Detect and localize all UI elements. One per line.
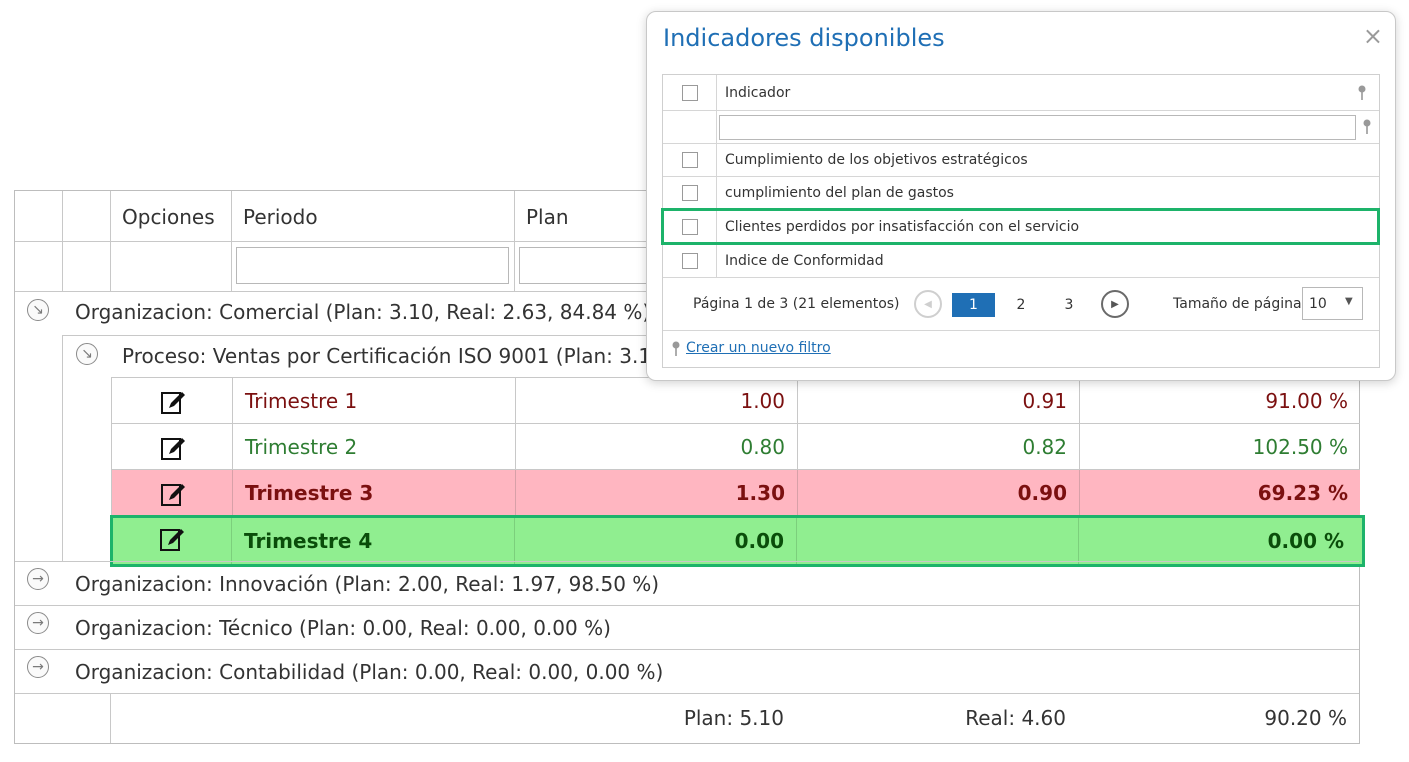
collapse-icon[interactable]: ↘	[76, 343, 98, 365]
item-checkbox[interactable]	[682, 152, 698, 168]
header-plan[interactable]: Plan	[526, 205, 569, 229]
footer-plan-total: Plan: 5.10	[683, 706, 784, 730]
page-button-2[interactable]: 2	[1003, 293, 1039, 317]
edit-icon[interactable]	[159, 526, 185, 552]
group-row-innovacion: Organizacion: Innovación (Plan: 2.00, Re…	[75, 572, 660, 596]
close-icon[interactable]: ×	[1363, 22, 1383, 50]
edit-icon[interactable]	[160, 481, 186, 507]
group-row-contabilidad: Organizacion: Contabilidad (Plan: 0.00, …	[75, 660, 664, 684]
cell-percent: 0.00 %	[1078, 518, 1356, 564]
footer-percent-total: 90.20 %	[1264, 706, 1347, 730]
cell-percent: 102.50 %	[1079, 424, 1360, 470]
new-filter-link[interactable]: Crear un nuevo filtro	[686, 340, 831, 356]
period-filter-input[interactable]	[236, 247, 509, 284]
item-checkbox[interactable]	[682, 219, 698, 235]
page-button-3[interactable]: 3	[1051, 293, 1087, 317]
expand-icon[interactable]: →	[27, 612, 49, 634]
table-row-selected[interactable]: Trimestre 4 0.00 0.00 %	[110, 515, 1365, 567]
list-item[interactable]: Cumplimiento de los objetivos estratégic…	[725, 152, 1028, 168]
expand-icon[interactable]: →	[27, 656, 49, 678]
footer-real-total: Real: 4.60	[965, 706, 1066, 730]
table-row[interactable]: Trimestre 1 1.00 0.91 91.00 %	[111, 377, 1360, 424]
edit-icon[interactable]	[160, 435, 186, 461]
edit-icon[interactable]	[160, 389, 186, 415]
group-row-tecnico: Organizacion: Técnico (Plan: 0.00, Real:…	[75, 616, 611, 640]
prev-page-icon[interactable]: ◀	[914, 290, 942, 318]
page-size-select[interactable]: 10 ▼	[1302, 287, 1363, 320]
page-size-value: 10	[1309, 296, 1327, 312]
cell-period: Trimestre 4	[231, 518, 514, 564]
cell-period: Trimestre 3	[232, 470, 515, 516]
collapse-icon[interactable]: ↘	[27, 299, 49, 321]
item-checkbox[interactable]	[682, 185, 698, 201]
item-checkbox[interactable]	[682, 253, 698, 269]
cell-real: 0.90	[797, 470, 1079, 516]
select-all-checkbox[interactable]	[682, 85, 698, 101]
pager-info: Página 1 de 3 (21 elementos)	[693, 296, 900, 312]
next-page-icon[interactable]: ▶	[1101, 290, 1129, 318]
list-item[interactable]: Indice de Conformidad	[725, 253, 884, 269]
cell-plan: 0.00	[514, 518, 796, 564]
cell-period: Trimestre 2	[232, 424, 515, 470]
group-row-comercial: Organizacion: Comercial (Plan: 3.10, Rea…	[75, 300, 651, 324]
cell-plan: 1.30	[515, 470, 797, 516]
cell-plan: 0.80	[515, 424, 797, 470]
list-item[interactable]: cumplimiento del plan de gastos	[725, 185, 954, 201]
list-item[interactable]: Clientes perdidos por insatisfacción con…	[725, 219, 1079, 235]
popup-title: Indicadores disponibles	[663, 24, 945, 52]
page-button-1[interactable]: 1	[952, 293, 995, 317]
cell-real: 0.82	[797, 424, 1079, 470]
filter-pin-icon[interactable]	[1362, 119, 1372, 135]
filter-pin-icon	[672, 341, 680, 356]
cell-percent: 69.23 %	[1079, 470, 1360, 516]
indicators-popup: Indicadores disponibles × Indicador Cump…	[646, 11, 1396, 381]
subgroup-row-ventas: Proceso: Ventas por Certificación ISO 90…	[122, 344, 671, 368]
cell-real: 0.91	[797, 378, 1079, 424]
plan-filter-input[interactable]	[519, 247, 659, 284]
header-options[interactable]: Opciones	[122, 205, 215, 229]
chevron-down-icon[interactable]: ▼	[1345, 296, 1353, 307]
header-period[interactable]: Periodo	[243, 205, 318, 229]
column-header-indicador[interactable]: Indicador	[725, 85, 790, 101]
indicator-list-grid: Indicador Cumplimiento de los objetivos …	[661, 74, 1380, 368]
cell-real	[796, 518, 1078, 564]
page-size-label: Tamaño de página:	[1173, 296, 1307, 312]
expand-icon[interactable]: →	[27, 568, 49, 590]
table-row[interactable]: Trimestre 2 0.80 0.82 102.50 %	[111, 423, 1360, 470]
indicator-filter-input[interactable]	[719, 115, 1356, 140]
table-row[interactable]: Trimestre 3 1.30 0.90 69.23 %	[111, 469, 1360, 516]
filter-pin-icon[interactable]	[1357, 85, 1367, 101]
cell-period: Trimestre 1	[232, 378, 515, 424]
cell-plan: 1.00	[515, 378, 797, 424]
cell-percent: 91.00 %	[1079, 378, 1360, 424]
